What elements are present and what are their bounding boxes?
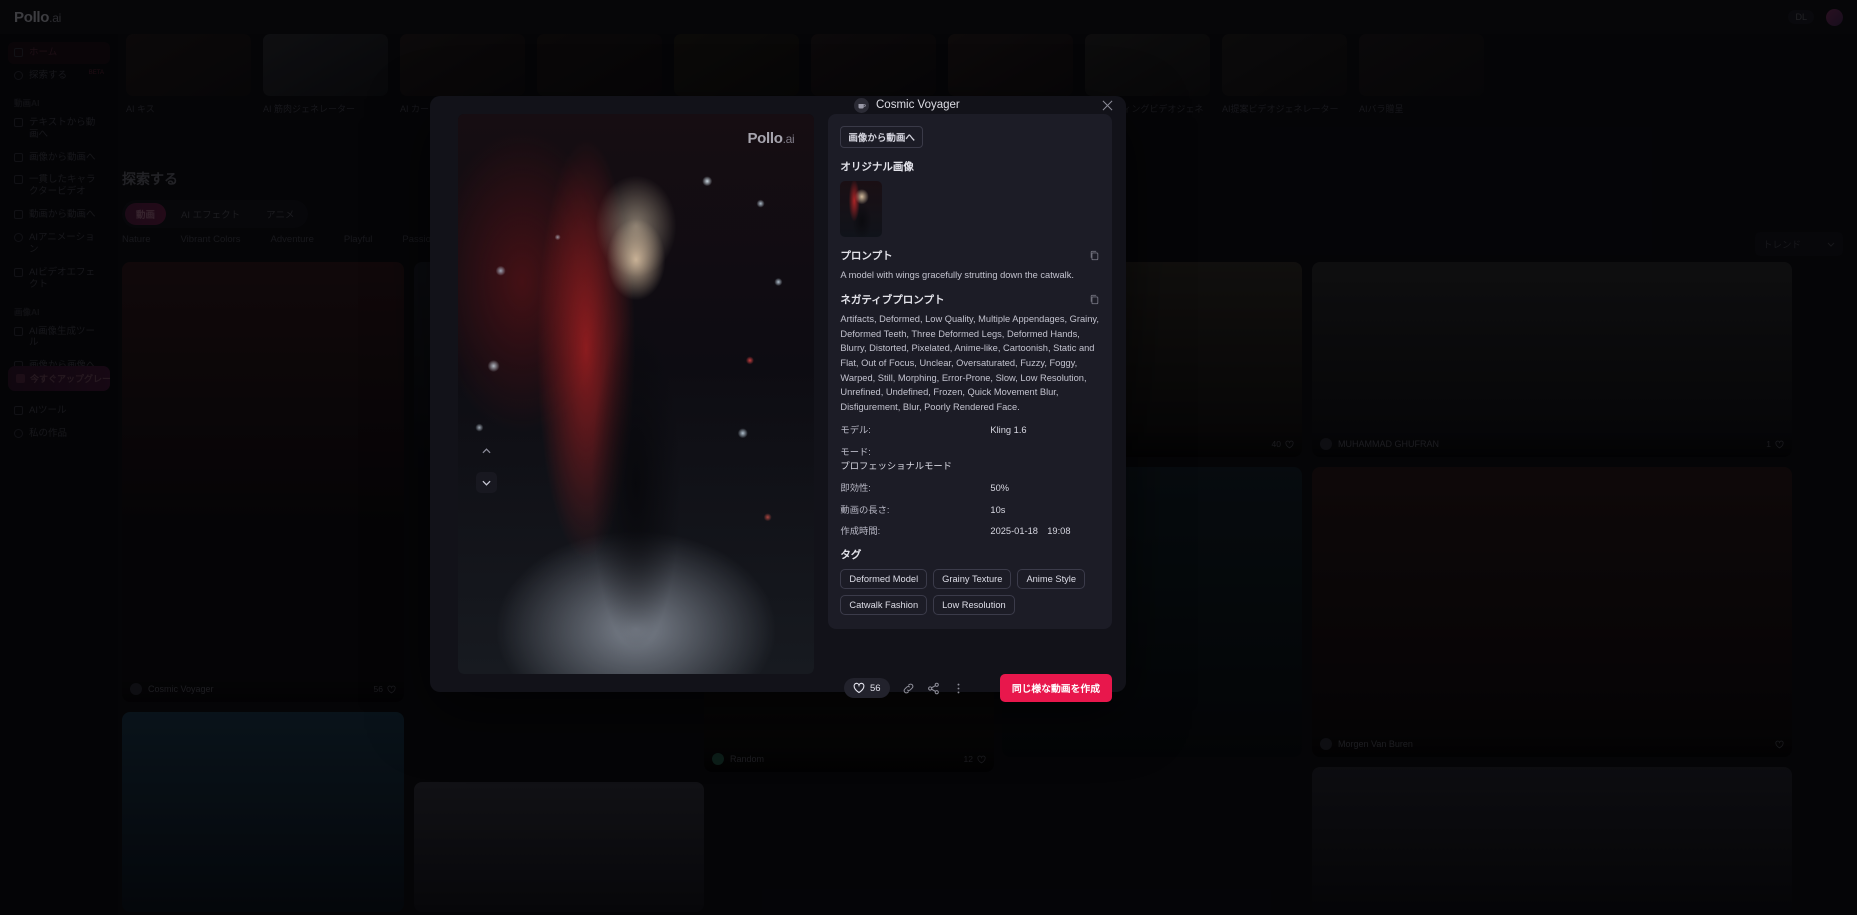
tag-item[interactable]: Low Resolution (933, 595, 1015, 616)
copy-icon[interactable] (1089, 250, 1100, 261)
chevron-down-icon (482, 480, 491, 486)
modal-header: Cosmic Voyager (430, 96, 1126, 114)
metadata-row-created: 作成時間: 2025-01-18 19:08 (840, 525, 1100, 539)
tag-item[interactable]: Deformed Model (840, 569, 928, 590)
metadata-row-mode: モード: プロフェッショナルモード (840, 446, 1100, 474)
bokeh-lights (458, 114, 815, 674)
metadata-value: Kling 1.6 (990, 424, 1027, 435)
metadata-list: モデル: Kling 1.6 モード: プロフェッショナルモード 即効性: 50… (840, 424, 1100, 540)
negative-prompt-title: ネガティブプロンプト (840, 293, 945, 306)
avatar (854, 97, 869, 113)
prompt-title: プロンプト (840, 250, 893, 262)
prompt-text: A model with wings gracefully strutting … (840, 270, 1074, 280)
metadata-value: 10s (990, 504, 1006, 515)
copy-icon[interactable] (1089, 294, 1100, 305)
modal-footer: 56 同じ様な動画を作成 (844, 674, 1126, 702)
info-card: 画像から動画へ オリジナル画像 プロンプト A model with wings… (828, 114, 1112, 630)
next-item-button[interactable] (476, 472, 497, 493)
original-image-title: オリジナル画像 (840, 161, 914, 173)
negative-prompt-text: Artifacts, Deformed, Low Quality, Multip… (840, 313, 1099, 413)
metadata-row-effectiveness: 即効性: 50% (840, 482, 1100, 496)
modal-author[interactable]: Cosmic Voyager (854, 97, 960, 113)
app-root: Pollo.ai DL ホーム 探索する BETA 動画AI テキストから動画へ (0, 0, 1857, 915)
tags-title: タグ (840, 549, 862, 562)
chevron-up-icon (482, 447, 491, 453)
close-icon[interactable] (1098, 96, 1116, 114)
metadata-key: モード: (840, 446, 871, 457)
like-button[interactable]: 56 (844, 678, 890, 698)
tag-item[interactable]: Grainy Texture (933, 569, 1012, 590)
heart-icon (853, 682, 865, 694)
metadata-key: モデル: (840, 424, 871, 435)
generation-mode-chip: 画像から動画へ (840, 126, 923, 148)
tag-item[interactable]: Catwalk Fashion (840, 595, 928, 616)
metadata-key: 動画の長さ: (840, 504, 890, 515)
share-icon[interactable] (927, 682, 940, 695)
metadata-value: プロフェッショナルモード (840, 460, 952, 471)
metadata-row-duration: 動画の長さ: 10s (840, 504, 1100, 518)
info-panel: 画像から動画へ オリジナル画像 プロンプト A model with wings… (828, 114, 1112, 674)
modal-body: Pollo.ai 画像から動画へ オリジナル画像 プロンプト A model w… (430, 114, 1126, 674)
more-options-icon[interactable] (952, 682, 965, 695)
modal-title: Cosmic Voyager (876, 99, 960, 111)
negative-prompt-header: ネガティブプロンプト (840, 292, 1100, 307)
metadata-key: 即効性: (840, 482, 871, 493)
metadata-key: 作成時間: (840, 526, 881, 537)
like-count: 56 (870, 682, 881, 694)
metadata-row-model: モデル: Kling 1.6 (840, 424, 1100, 438)
create-similar-video-button[interactable]: 同じ様な動画を作成 (999, 674, 1112, 702)
tag-item[interactable]: Anime Style (1017, 569, 1086, 590)
prompt-header: プロンプト (840, 248, 1100, 263)
previous-item-button[interactable] (476, 440, 497, 461)
watermark: Pollo.ai (747, 130, 794, 147)
original-image-thumbnail[interactable] (840, 181, 883, 237)
tag-list: Deformed Model Grainy Texture Anime Styl… (840, 569, 1100, 616)
link-icon[interactable] (902, 682, 915, 695)
watermark-suffix: .ai (782, 132, 795, 146)
detail-modal: Cosmic Voyager Pollo.ai 画像から動画へ オリジナル画像 (430, 96, 1126, 702)
video-preview[interactable]: Pollo.ai (458, 114, 815, 674)
metadata-value: 2025-01-18 19:08 (990, 526, 1071, 537)
metadata-value: 50% (990, 482, 1010, 493)
watermark-text: Pollo (747, 130, 783, 147)
